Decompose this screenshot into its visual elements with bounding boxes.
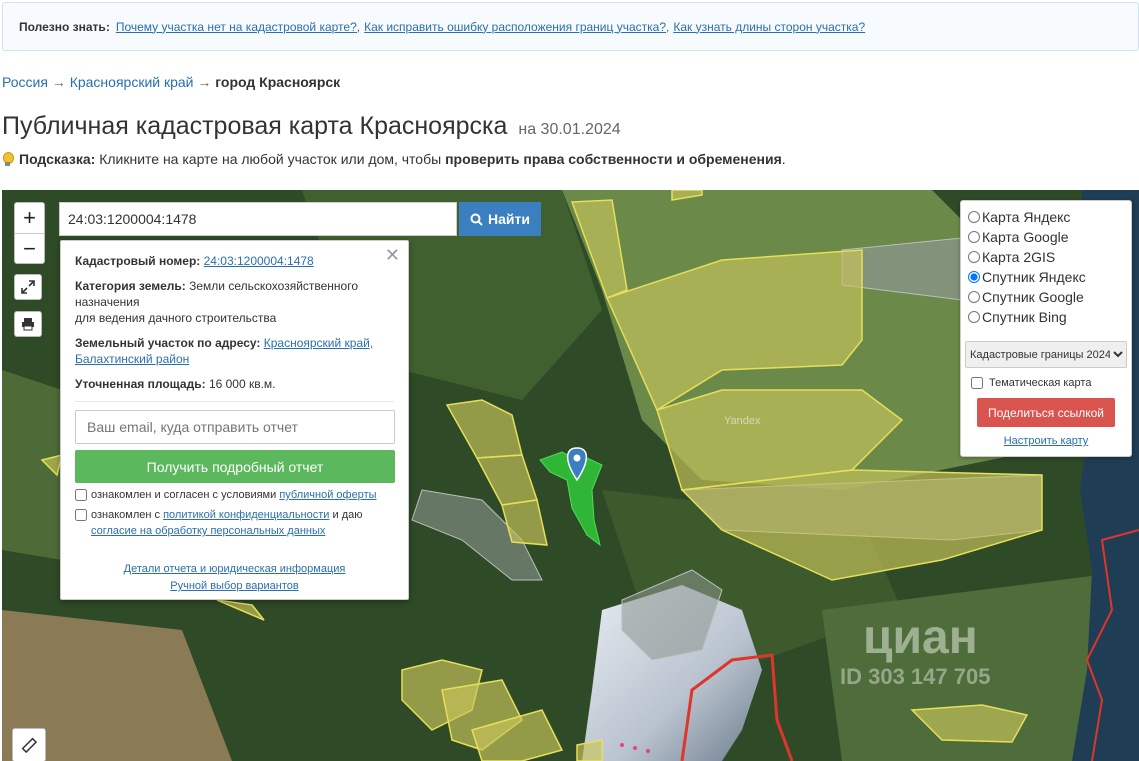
breadcrumb-russia[interactable]: Россия: [2, 74, 48, 90]
land-category-row: Категория земель: Земли сельскохозяйстве…: [75, 278, 394, 326]
address-row: Земельный участок по адресу: Красноярски…: [75, 335, 394, 367]
lightbulb-icon: [2, 151, 14, 167]
zoom-out-button[interactable]: −: [15, 233, 44, 263]
breadcrumb-region[interactable]: Красноярский край: [70, 74, 194, 90]
thematic-map-label: Тематическая карта: [989, 377, 1092, 389]
privacy-consent-checkbox[interactable]: [75, 509, 87, 521]
email-field[interactable]: [75, 410, 395, 444]
page-title: Публичная кадастровая карта Красноярска …: [2, 112, 621, 141]
public-offer-link[interactable]: публичной оферты: [279, 489, 376, 501]
get-report-button[interactable]: Получить подробный отчет: [75, 450, 395, 483]
info-bar-label: Полезно знать:: [19, 19, 110, 34]
page-title-text: Публичная кадастровая карта Красноярска: [2, 112, 508, 140]
address-label: Земельный участок по адресу:: [75, 336, 261, 350]
info-link-fix-boundaries[interactable]: Как исправить ошибку расположения границ…: [364, 20, 669, 34]
thematic-map-toggle: Тематическая карта: [971, 377, 1127, 389]
ruler-icon: [21, 737, 37, 753]
offer-consent-checkbox[interactable]: [75, 489, 87, 501]
search-icon: [470, 213, 483, 226]
hint-emphasis: проверить права собственности и обремене…: [445, 151, 782, 167]
area-row: Уточненная площадь: 16 000 кв.м.: [75, 376, 394, 392]
breadcrumb-separator: →: [51, 74, 66, 90]
layer-option-google-map[interactable]: Карта Google: [965, 227, 1127, 247]
share-link-button[interactable]: Поделиться ссылкой: [977, 398, 1115, 427]
zoom-in-button[interactable]: +: [15, 203, 44, 233]
print-button[interactable]: [14, 311, 42, 337]
offer-consent: ознакомлен и согласен с условиями публич…: [75, 487, 394, 503]
area-label: Уточненная площадь:: [75, 377, 206, 391]
measure-button[interactable]: [12, 728, 46, 761]
cadastral-number-row: Кадастровый номер: 24:03:1200004:1478: [75, 253, 394, 269]
layer-radio[interactable]: [968, 211, 980, 223]
privacy-consent: ознакомлен с политикой конфиденциальност…: [75, 507, 394, 539]
layer-option-bing-satellite[interactable]: Спутник Bing: [965, 307, 1127, 327]
boundary-layer-select[interactable]: Кадастровые границы 2024: [965, 341, 1127, 368]
divider: [75, 401, 394, 402]
offer-consent-text: ознакомлен и согласен с условиями: [91, 489, 277, 501]
page-title-date: на 30.01.2024: [518, 121, 621, 138]
expand-icon: [21, 280, 35, 294]
layer-option-2gis-map[interactable]: Карта 2GIS: [965, 247, 1127, 267]
breadcrumb-separator: →: [197, 74, 212, 90]
hint-end: .: [781, 151, 786, 167]
manual-selection-link[interactable]: Ручной выбор вариантов: [170, 580, 298, 592]
parcel-info-popup: ✕ Кадастровый номер: 24:03:1200004:1478 …: [60, 240, 409, 600]
land-usage-value: для ведения дачного строительства: [75, 311, 277, 325]
personal-data-consent-link[interactable]: согласие на обработку персональных данны…: [91, 525, 325, 537]
info-link-missing-parcel[interactable]: Почему участка нет на кадастровой карте?…: [116, 20, 360, 34]
layer-option-yandex-satellite[interactable]: Спутник Яндекс: [965, 267, 1127, 287]
privacy-consent-text: ознакомлен с: [91, 509, 161, 521]
hint-text: Кликните на карте на любой участок или д…: [99, 151, 442, 167]
zoom-control: + −: [14, 202, 45, 264]
find-button[interactable]: Найти: [459, 202, 541, 236]
watermark-brand: циан: [863, 611, 978, 664]
layer-option-yandex-map[interactable]: Карта Яндекс: [965, 207, 1127, 227]
info-link-side-lengths[interactable]: Как узнать длины сторон участка?: [673, 20, 865, 34]
layer-option-google-satellite[interactable]: Спутник Google: [965, 287, 1127, 307]
privacy-consent-text2: и даю: [332, 509, 363, 521]
layer-switcher: Карта Яндекс Карта Google Карта 2GIS Спу…: [960, 200, 1132, 457]
layer-radio[interactable]: [968, 311, 980, 323]
hint: Подсказка: Кликните на карте на любой уч…: [2, 151, 786, 167]
printer-icon: [22, 318, 34, 331]
layer-radio[interactable]: [968, 251, 980, 263]
privacy-policy-link[interactable]: политикой конфиденциальности: [163, 509, 329, 521]
close-icon[interactable]: ✕: [385, 245, 400, 266]
report-details-link[interactable]: Детали отчета и юридическая информация: [124, 563, 346, 575]
watermark-id: ID 303 147 705: [840, 664, 991, 689]
map-provider-watermark: Yandex: [724, 415, 761, 427]
breadcrumb: Россия → Красноярский край → город Красн…: [2, 74, 340, 90]
layer-radio[interactable]: [968, 271, 980, 283]
cadastral-number-link[interactable]: 24:03:1200004:1478: [204, 254, 314, 268]
layer-radio[interactable]: [968, 231, 980, 243]
popup-footer-links: Детали отчета и юридическая информация Р…: [75, 561, 394, 595]
cadastral-number-label: Кадастровый номер:: [75, 254, 201, 268]
area-value: 16 000 кв.м.: [208, 377, 276, 391]
find-button-label: Найти: [488, 211, 530, 227]
cadastral-search-input[interactable]: [59, 202, 457, 236]
configure-map-link[interactable]: Настроить карту: [965, 435, 1127, 447]
land-category-label: Категория земель:: [75, 279, 186, 293]
thematic-map-checkbox[interactable]: [971, 377, 983, 389]
fullscreen-button[interactable]: [14, 274, 42, 300]
hint-label: Подсказка:: [19, 151, 96, 167]
map-area[interactable]: Yandex циан ID 303 147 705 + − Найти ✕ К…: [2, 190, 1139, 761]
breadcrumb-current: город Красноярск: [215, 74, 341, 90]
layer-radio[interactable]: [968, 291, 980, 303]
info-bar: Полезно знать: Почему участка нет на кад…: [2, 2, 1139, 51]
